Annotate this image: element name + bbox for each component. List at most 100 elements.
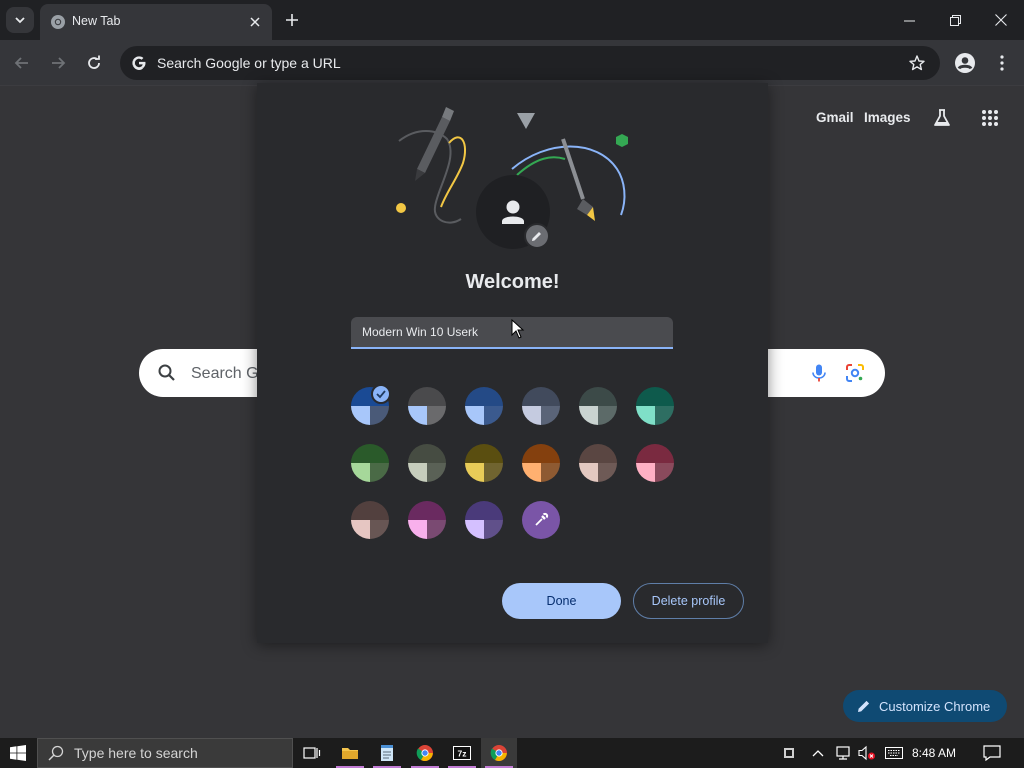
swatch-segment bbox=[522, 444, 560, 463]
forward-button[interactable] bbox=[44, 49, 72, 77]
chrome-taskbar-button[interactable] bbox=[407, 738, 443, 768]
start-button[interactable] bbox=[0, 738, 36, 768]
network-button[interactable] bbox=[832, 738, 854, 768]
swatch-segment bbox=[541, 463, 560, 482]
chrome-favicon-icon bbox=[51, 15, 65, 29]
tray-app-icon[interactable] bbox=[780, 738, 798, 768]
profile-avatar[interactable] bbox=[476, 175, 550, 249]
color-swatch[interactable] bbox=[408, 444, 446, 482]
delete-profile-button[interactable]: Delete profile bbox=[633, 583, 744, 619]
color-swatch[interactable] bbox=[408, 501, 446, 539]
show-hidden-icons-button[interactable] bbox=[808, 738, 828, 768]
tab-new-tab[interactable]: New Tab bbox=[40, 4, 272, 40]
back-button[interactable] bbox=[8, 49, 36, 77]
swatch-segment bbox=[427, 406, 446, 425]
swatch-segment bbox=[427, 463, 446, 482]
color-swatch[interactable] bbox=[636, 444, 674, 482]
search-icon bbox=[158, 364, 175, 381]
file-explorer-button[interactable] bbox=[332, 738, 368, 768]
color-swatch[interactable] bbox=[579, 387, 617, 425]
tab-strip: New Tab bbox=[0, 0, 1024, 40]
swatch-segment bbox=[636, 387, 674, 406]
color-swatch[interactable] bbox=[465, 444, 503, 482]
swatch-segment bbox=[655, 406, 674, 425]
restore-button[interactable] bbox=[932, 0, 978, 40]
clipboard-icon bbox=[784, 748, 794, 758]
plus-icon bbox=[286, 14, 298, 26]
color-swatch[interactable] bbox=[579, 444, 617, 482]
swatch-segment bbox=[427, 520, 446, 539]
color-swatch[interactable] bbox=[522, 444, 560, 482]
customize-chrome-button[interactable]: Customize Chrome bbox=[843, 690, 1007, 722]
color-swatch[interactable] bbox=[351, 501, 389, 539]
folder-icon bbox=[342, 748, 358, 759]
labs-button[interactable] bbox=[930, 106, 954, 130]
profile-customization-dialog: Welcome! Done Delete profile bbox=[257, 83, 768, 643]
swatch-segment bbox=[598, 463, 617, 482]
close-tab-icon[interactable] bbox=[246, 13, 264, 31]
close-window-button[interactable] bbox=[978, 0, 1024, 40]
new-tab-button[interactable] bbox=[281, 9, 303, 31]
google-apps-button[interactable] bbox=[978, 106, 1002, 130]
images-link[interactable]: Images bbox=[864, 110, 911, 125]
color-swatch[interactable] bbox=[465, 387, 503, 425]
notepad-button[interactable] bbox=[369, 738, 405, 768]
kebab-menu-icon bbox=[1000, 55, 1004, 71]
swatch-segment bbox=[351, 520, 370, 539]
swatch-segment bbox=[351, 463, 370, 482]
taskbar-search-box[interactable]: Type here to search bbox=[37, 738, 293, 768]
color-swatch[interactable] bbox=[351, 444, 389, 482]
tab-search-button[interactable] bbox=[6, 7, 34, 33]
swatch-segment bbox=[408, 406, 427, 425]
done-button[interactable]: Done bbox=[502, 583, 621, 619]
swatch-segment bbox=[465, 444, 503, 463]
gmail-link[interactable]: Gmail bbox=[816, 110, 854, 125]
google-lens-icon[interactable] bbox=[845, 363, 865, 383]
swatch-segment bbox=[579, 387, 617, 406]
chrome-profile-taskbar-button[interactable] bbox=[481, 738, 517, 768]
swatch-segment bbox=[484, 463, 503, 482]
profile-button[interactable] bbox=[951, 49, 979, 77]
mouse-cursor-icon bbox=[511, 319, 525, 339]
taskbar-search-placeholder: Type here to search bbox=[74, 745, 198, 761]
color-swatch[interactable] bbox=[636, 387, 674, 425]
close-icon bbox=[995, 14, 1007, 26]
chrome-icon bbox=[490, 745, 507, 761]
color-swatch[interactable] bbox=[465, 501, 503, 539]
color-swatch[interactable] bbox=[408, 387, 446, 425]
microphone-icon[interactable] bbox=[809, 363, 829, 383]
swatch-segment bbox=[522, 406, 541, 425]
volume-button[interactable] bbox=[856, 738, 878, 768]
color-swatch[interactable] bbox=[522, 387, 560, 425]
eyedropper-icon bbox=[535, 512, 549, 526]
custom-color-picker-button[interactable] bbox=[522, 501, 560, 539]
action-center-button[interactable] bbox=[978, 738, 1006, 768]
7zip-icon: 7z bbox=[453, 746, 471, 760]
chrome-menu-button[interactable] bbox=[988, 49, 1016, 77]
swatch-segment bbox=[579, 463, 598, 482]
google-g-icon bbox=[132, 56, 146, 70]
swatch-segment bbox=[636, 444, 674, 463]
swatch-segment bbox=[408, 501, 446, 520]
ntp-search-placeholder: Search G bbox=[191, 365, 259, 382]
bookmark-star-icon[interactable] bbox=[908, 54, 926, 72]
swatch-segment bbox=[465, 463, 484, 482]
swatch-segment bbox=[541, 406, 560, 425]
pencil-icon bbox=[858, 700, 870, 712]
reload-button[interactable] bbox=[80, 49, 108, 77]
minimize-button[interactable] bbox=[886, 0, 932, 40]
swatch-segment bbox=[484, 406, 503, 425]
keyboard-icon bbox=[885, 747, 903, 759]
customize-chrome-label: Customize Chrome bbox=[879, 698, 991, 714]
address-bar[interactable]: Search Google or type a URL bbox=[120, 46, 940, 80]
omnibox-placeholder: Search Google or type a URL bbox=[157, 55, 341, 71]
task-view-button[interactable] bbox=[294, 738, 330, 768]
swatch-segment bbox=[465, 406, 484, 425]
edit-avatar-button[interactable] bbox=[524, 223, 550, 249]
chrome-icon bbox=[416, 745, 433, 761]
tab-title: New Tab bbox=[72, 14, 121, 28]
input-indicator-button[interactable] bbox=[882, 738, 906, 768]
network-icon bbox=[836, 746, 850, 760]
7zip-button[interactable]: 7z bbox=[444, 738, 480, 768]
taskbar-clock[interactable]: 8:48 AM bbox=[912, 746, 956, 760]
